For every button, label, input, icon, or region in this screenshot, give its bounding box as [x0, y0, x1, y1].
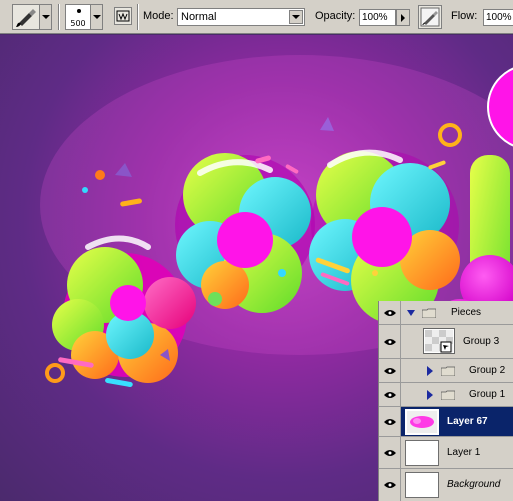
layer-row-group-1[interactable]: Group 1 — [379, 383, 513, 407]
visibility-toggle[interactable] — [379, 407, 401, 436]
expand-right-icon[interactable] — [427, 390, 433, 400]
layer-row-pieces[interactable]: Pieces — [379, 301, 513, 325]
brush-preset-icon — [77, 9, 81, 13]
layer-name: Layer 67 — [447, 416, 488, 427]
expand-right-icon[interactable] — [427, 366, 433, 376]
layers-panel: Pieces Group 3 Group 2 Group 1 Layer 67 … — [378, 301, 513, 501]
tool-preset-picker[interactable] — [12, 4, 40, 30]
eye-icon — [384, 339, 396, 345]
tool-preset-dropdown[interactable] — [40, 4, 52, 30]
layer-name: Pieces — [451, 307, 482, 318]
brush-preset-picker[interactable]: 500 — [65, 4, 91, 30]
layer-name: Group 3 — [463, 336, 500, 347]
layer-name: Background — [447, 479, 501, 490]
eye-icon — [384, 450, 396, 456]
layer-name: Layer 1 — [447, 447, 481, 458]
folder-icon — [441, 390, 455, 400]
airbrush-toggle[interactable] — [114, 7, 132, 25]
chevron-down-icon — [292, 15, 300, 19]
opacity-field[interactable]: 100% — [359, 9, 396, 26]
visibility-toggle[interactable] — [379, 359, 401, 382]
brush-size-label: 500 — [70, 19, 86, 28]
group-thumbnail — [423, 328, 455, 354]
eye-icon — [384, 368, 396, 374]
airbrush-icon — [116, 10, 130, 22]
options-bar: 500 Mode: Normal Opacity: 100% Flow: 100… — [0, 0, 513, 34]
mode-label: Mode: — [143, 10, 174, 22]
layer-name: Group 1 — [469, 389, 506, 400]
layer-row-layer-67[interactable]: Layer 67 — [379, 407, 513, 437]
divider — [58, 4, 60, 30]
flow-label: Flow: — [451, 10, 478, 22]
chevron-down-icon — [42, 15, 50, 19]
mode-select[interactable]: Normal — [177, 8, 305, 26]
opacity-label: Opacity: — [315, 10, 356, 22]
layer-name: Group 2 — [469, 365, 506, 376]
layer-thumbnail — [405, 472, 439, 498]
chevron-right-icon — [401, 14, 405, 22]
visibility-toggle[interactable] — [379, 437, 401, 468]
mode-value: Normal — [181, 11, 217, 23]
layer-row-group-2[interactable]: Group 2 — [379, 359, 513, 383]
eye-icon — [384, 419, 396, 425]
folder-icon — [422, 308, 436, 318]
visibility-toggle[interactable] — [379, 383, 401, 406]
layer-row-background[interactable]: Background — [379, 469, 513, 501]
layer-row-group-3[interactable]: Group 3 — [379, 325, 513, 359]
mode-dropdown-arrow[interactable] — [289, 10, 303, 24]
brush-preset-dropdown[interactable] — [91, 4, 103, 30]
visibility-toggle[interactable] — [379, 301, 401, 324]
opacity-slider-button[interactable] — [396, 9, 410, 26]
brush-tool-icon — [16, 9, 36, 27]
layer-thumbnail — [405, 440, 439, 466]
chevron-down-icon — [93, 15, 101, 19]
visibility-toggle[interactable] — [379, 325, 401, 358]
visibility-toggle[interactable] — [379, 469, 401, 501]
divider — [137, 4, 139, 30]
layer-row-layer-1[interactable]: Layer 1 — [379, 437, 513, 469]
eye-icon — [384, 482, 396, 488]
eye-icon — [384, 310, 396, 316]
brush-panel-icon — [420, 7, 440, 27]
eye-icon — [384, 392, 396, 398]
layer-thumbnail — [405, 409, 439, 435]
folder-icon — [441, 366, 455, 376]
expand-down-icon[interactable] — [407, 310, 415, 316]
flow-field[interactable]: 100% — [483, 9, 513, 26]
brush-panel-toggle[interactable] — [418, 5, 442, 29]
